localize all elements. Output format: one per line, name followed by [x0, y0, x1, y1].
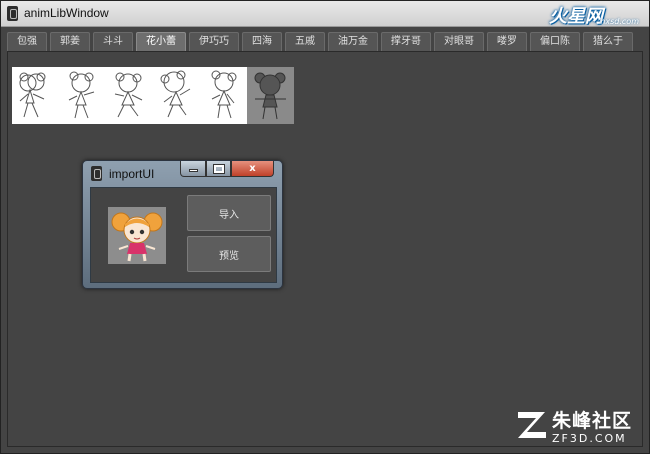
dialog-title: importUI	[109, 167, 155, 181]
tab-10[interactable]: 喽罗	[487, 32, 527, 51]
close-icon: x	[249, 163, 256, 174]
dialog-window-controls: x	[180, 161, 274, 177]
pose-thumbnail[interactable]	[59, 67, 106, 124]
zf3d-watermark: 朱峰社区 ZF3D.COM	[515, 404, 645, 450]
maximize-button[interactable]	[206, 161, 231, 177]
character-sketch-icon	[211, 70, 237, 119]
pose-thumbnail-selected[interactable]	[247, 67, 294, 124]
window-title: animLibWindow	[24, 6, 109, 20]
import-ui-dialog: importUI x 导入 预览	[82, 160, 283, 289]
brand-url: hxsd.com	[600, 17, 639, 26]
tab-4[interactable]: 伊巧巧	[189, 32, 239, 51]
dialog-body: 导入 预览	[90, 187, 277, 283]
minimize-button[interactable]	[180, 161, 206, 177]
tab-3[interactable]: 花小蕾	[136, 32, 186, 51]
character-tabs: 包强 郭姜 斗斗 花小蕾 伊巧巧 四海 五戚 油万金 撑牙哥 对眼哥 喽罗 偏口…	[7, 32, 636, 51]
character-preview-image	[108, 207, 166, 264]
character-sketch-icon	[68, 71, 95, 119]
pose-thumbnail[interactable]	[200, 67, 247, 124]
tab-5[interactable]: 四海	[242, 32, 282, 51]
pose-thumbnail[interactable]	[153, 67, 200, 124]
tab-0[interactable]: 包强	[7, 32, 47, 51]
minimize-icon	[188, 169, 198, 172]
character-render-icon	[254, 72, 286, 120]
pose-thumbnail-strip	[12, 67, 294, 124]
title-bar[interactable]: animLibWindow 火星网 hxsd.com	[1, 1, 649, 27]
watermark-url: ZF3D.COM	[552, 432, 627, 445]
character-sketch-icon	[19, 72, 46, 118]
tab-8[interactable]: 撑牙哥	[381, 32, 431, 51]
pose-thumbnail[interactable]	[106, 67, 153, 124]
brand-watermark: 火星网 hxsd.com	[547, 2, 643, 27]
character-sketch-icon	[114, 72, 143, 118]
app-icon	[7, 6, 18, 21]
tab-6[interactable]: 五戚	[285, 32, 325, 51]
close-button[interactable]: x	[231, 161, 274, 177]
brand-logo: 火星网	[549, 6, 603, 27]
maximize-icon	[212, 163, 225, 174]
watermark-text: 朱峰社区	[552, 410, 633, 432]
zf3d-logo-icon	[518, 412, 546, 438]
pose-thumbnail[interactable]	[12, 67, 59, 124]
tab-1[interactable]: 郭姜	[50, 32, 90, 51]
dialog-app-icon	[91, 166, 102, 181]
tab-12[interactable]: 猎么于	[583, 32, 633, 51]
preview-button[interactable]: 预览	[187, 236, 271, 272]
tab-9[interactable]: 对眼哥	[434, 32, 484, 51]
import-button[interactable]: 导入	[187, 195, 271, 231]
tab-11[interactable]: 偏口陈	[530, 32, 580, 51]
character-portrait-icon	[111, 212, 163, 262]
character-sketch-icon	[160, 70, 191, 118]
tab-7[interactable]: 油万金	[328, 32, 378, 51]
tab-2[interactable]: 斗斗	[93, 32, 133, 51]
